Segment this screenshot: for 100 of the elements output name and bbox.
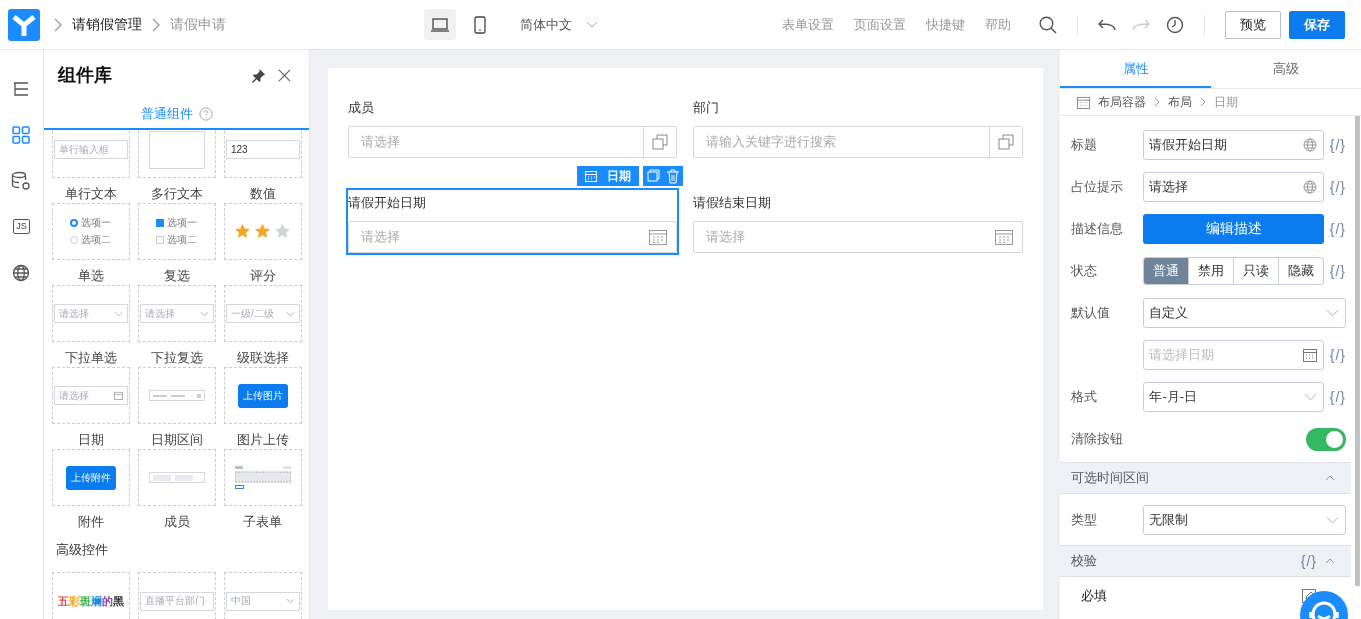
- component-label: 级联选择: [236, 349, 289, 367]
- component-label: 图片上传: [236, 431, 289, 449]
- section-header[interactable]: 校验 {/}: [1060, 545, 1351, 577]
- breadcrumb-item[interactable]: 日期: [1214, 93, 1239, 111]
- component-tile[interactable]: 123: [223, 130, 302, 178]
- component-tile[interactable]: 单行输入框: [51, 130, 130, 178]
- select-preview: 中国: [230, 594, 251, 608]
- date-field[interactable]: 请选择: [693, 221, 1024, 253]
- globe-icon[interactable]: [12, 263, 31, 282]
- library-tab[interactable]: 普通组件: [140, 105, 193, 123]
- component-tile[interactable]: 五彩斑斓的黑: [51, 572, 130, 619]
- subform-drawing: [234, 465, 291, 490]
- expression-button[interactable]: {/}: [1329, 137, 1346, 153]
- picker-field[interactable]: 请选择: [348, 126, 678, 158]
- component-tile[interactable]: 选项一 选项二: [137, 203, 216, 260]
- caret-icon: [586, 20, 598, 29]
- component-label: 日期区间: [150, 431, 203, 449]
- property-label: 类型: [1071, 511, 1099, 529]
- language-select[interactable]: 简体中文: [520, 15, 598, 34]
- caret-icon: [1326, 309, 1339, 317]
- pin-icon[interactable]: [251, 67, 267, 83]
- menu-link[interactable]: 页面设置: [854, 15, 906, 34]
- panel-tab[interactable]: 属性: [1060, 50, 1211, 88]
- breadcrumb-item[interactable]: 布局: [1168, 93, 1193, 111]
- menu-link[interactable]: 帮助: [985, 15, 1011, 34]
- breadcrumb-item[interactable]: 请销假管理: [72, 15, 142, 34]
- expression-button[interactable]: {/}: [1329, 263, 1346, 279]
- database-icon[interactable]: [11, 170, 32, 191]
- component-tile[interactable]: [223, 203, 302, 260]
- toggle-switch[interactable]: [1306, 427, 1346, 451]
- grid-icon[interactable]: [12, 125, 31, 144]
- property-label: 描述信息: [1071, 220, 1125, 238]
- expression-button[interactable]: {/}: [1300, 553, 1317, 569]
- section-header[interactable]: 可选时间区间: [1060, 462, 1351, 494]
- edit-description-button[interactable]: 编辑描述: [1143, 214, 1324, 244]
- menu-link[interactable]: 表单设置: [782, 15, 834, 34]
- panel-tab[interactable]: 高级: [1210, 50, 1361, 88]
- close-icon[interactable]: [278, 68, 292, 82]
- component-tile[interactable]: 请选择: [51, 285, 130, 342]
- menu-link[interactable]: 快捷键: [926, 15, 965, 34]
- search-icon[interactable]: [1039, 15, 1057, 34]
- copy-icon[interactable]: [652, 134, 669, 150]
- caret-icon: [199, 310, 209, 317]
- segment-option[interactable]: 只读: [1233, 258, 1278, 284]
- copy-icon[interactable]: [998, 134, 1015, 150]
- component-tile[interactable]: 选项一 选项二: [51, 203, 130, 260]
- caret-icon: [1303, 393, 1317, 401]
- select-field[interactable]: 无限制: [1143, 505, 1346, 535]
- picker-field[interactable]: 请输入关键字进行搜索: [693, 126, 1024, 158]
- property-label: 清除按钮: [1071, 430, 1125, 448]
- upload-button-preview: 上传图片: [237, 383, 288, 408]
- component-tile[interactable]: 上传附件: [51, 449, 130, 506]
- desktop-view-button[interactable]: [424, 9, 456, 40]
- copy-icon[interactable]: [643, 166, 664, 186]
- scrollbar[interactable]: [1355, 116, 1360, 586]
- breadcrumb-item[interactable]: 布局容器: [1098, 93, 1147, 111]
- component-tile[interactable]: 请选择: [137, 285, 216, 342]
- outline-icon[interactable]: [12, 79, 31, 98]
- delete-icon[interactable]: [663, 166, 684, 186]
- undo-icon[interactable]: [1098, 18, 1116, 31]
- caret-icon: [285, 310, 295, 317]
- breadcrumb-item[interactable]: 请假申请: [170, 15, 226, 34]
- component-tile[interactable]: [137, 449, 216, 506]
- form-field[interactable]: 成员 请选择: [346, 93, 680, 160]
- component-label: 下拉复选: [150, 349, 203, 367]
- component-tile[interactable]: [137, 367, 216, 424]
- text-input[interactable]: 请选择: [1143, 172, 1324, 202]
- script-button[interactable]: JS: [13, 219, 30, 234]
- form-field[interactable]: 部门 请输入关键字进行搜索: [691, 93, 1026, 160]
- chevron-icon[interactable]: [1325, 475, 1335, 481]
- preview-button[interactable]: 预览: [1225, 10, 1281, 39]
- calendar-icon: [649, 229, 668, 245]
- date-field[interactable]: 请选择: [348, 221, 678, 253]
- component-tile[interactable]: 直播平台部门: [137, 572, 216, 619]
- save-button[interactable]: 保存: [1289, 10, 1345, 39]
- form-field[interactable]: 请假结束日期 请选择: [691, 188, 1026, 255]
- component-label: 下拉单选: [64, 349, 117, 367]
- select-field[interactable]: 年-月-日: [1143, 382, 1324, 412]
- date-range-preview: [148, 390, 205, 401]
- segment-option[interactable]: 隐藏: [1277, 258, 1323, 284]
- component-tile[interactable]: 中国: [223, 572, 302, 619]
- property-label: 格式: [1071, 388, 1099, 406]
- form-field[interactable]: 请假开始日期 请选择: [346, 188, 680, 255]
- component-tile[interactable]: [137, 130, 216, 178]
- help-icon[interactable]: [198, 107, 213, 121]
- clock-icon[interactable]: [1166, 15, 1184, 34]
- component-label: 成员: [163, 513, 190, 531]
- expression-button[interactable]: {/}: [1329, 221, 1346, 237]
- segment-option[interactable]: 禁用: [1188, 258, 1234, 284]
- segment-option[interactable]: 普通: [1144, 258, 1189, 284]
- rainbow-text: 五彩斑斓的黑: [57, 593, 124, 609]
- component-tile[interactable]: 请选择: [51, 367, 130, 424]
- expression-button[interactable]: {/}: [1329, 389, 1346, 405]
- expression-button[interactable]: {/}: [1329, 179, 1346, 195]
- component-tile[interactable]: 上传图片: [223, 367, 302, 424]
- text-input[interactable]: 请假开始日期: [1143, 130, 1324, 160]
- expression-button[interactable]: {/}: [1329, 347, 1346, 363]
- component-tile[interactable]: [223, 449, 302, 506]
- select-field[interactable]: 自定义: [1143, 298, 1346, 328]
- chevron-icon[interactable]: [1325, 558, 1335, 564]
